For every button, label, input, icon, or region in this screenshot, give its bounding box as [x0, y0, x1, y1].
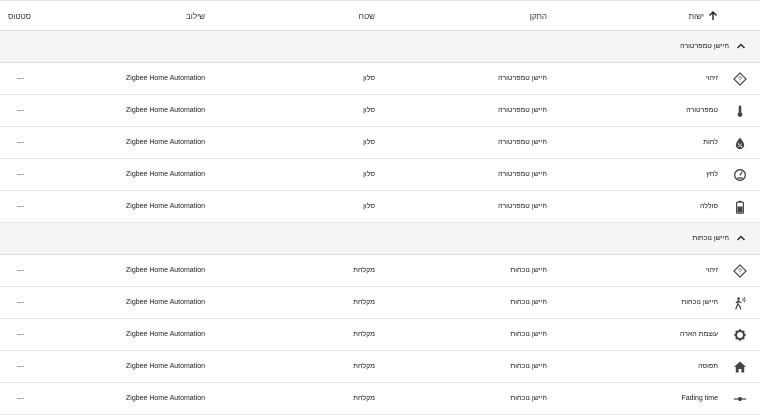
column-header-device[interactable]: התקן	[530, 1, 547, 32]
entity-area: מקלחת	[353, 331, 375, 338]
entity-area: סלון	[363, 171, 375, 178]
entity-area: מקלחת	[353, 395, 375, 402]
column-header-area[interactable]: שטח	[359, 1, 375, 32]
entity-name: Fading time	[681, 395, 718, 402]
svg-text:?: ?	[738, 77, 742, 84]
ray-vertex-icon	[733, 397, 747, 401]
entity-device: חיישן נוכחות	[510, 363, 547, 370]
entity-status: —	[17, 75, 24, 82]
table-row[interactable]: תפוסה חיישן נוכחות מקלחת Zigbee Home Aut…	[0, 351, 760, 383]
entity-status: —	[17, 139, 24, 146]
column-header-status[interactable]: סטטוס	[8, 1, 31, 32]
table-row[interactable]: חיישן נוכחות חיישן נוכחות מקלחת Zigbee H…	[0, 287, 760, 319]
brightness-icon	[733, 328, 747, 342]
chevron-up-icon[interactable]	[736, 234, 746, 242]
entity-device: חיישן נוכחות	[510, 331, 547, 338]
entity-device: חיישן טמפרטורה	[498, 75, 547, 82]
entity-device: חיישן טמפרטורה	[498, 107, 547, 114]
entity-area: סלון	[363, 139, 375, 146]
home-icon	[734, 361, 746, 373]
help-circle-icon: ?	[733, 264, 747, 278]
table-row[interactable]: טמפרטורה חיישן טמפרטורה סלון Zigbee Home…	[0, 95, 760, 127]
entity-device: חיישן טמפרטורה	[498, 139, 547, 146]
entity-integration: Zigbee Home Automation	[126, 107, 205, 114]
entity-integration: Zigbee Home Automation	[126, 203, 205, 210]
entity-area: סלון	[363, 107, 375, 114]
gauge-icon	[734, 169, 746, 181]
entity-area: סלון	[363, 203, 375, 210]
entity-integration: Zigbee Home Automation	[126, 75, 205, 82]
entities-table: ישות התקן שטח שילוב סטטוס חיישן טמפרטורה…	[0, 0, 760, 415]
table-row[interactable]: ? זיהוי חיישן טמפרטורה סלון Zigbee Home …	[0, 63, 760, 95]
entity-name: עוצמת הארה	[679, 331, 718, 338]
entity-integration: Zigbee Home Automation	[126, 363, 205, 370]
water-percent-icon	[735, 137, 745, 150]
entity-integration: Zigbee Home Automation	[126, 267, 205, 274]
entity-name: טמפרטורה	[686, 107, 718, 114]
entity-status: —	[17, 171, 24, 178]
entity-name: זיהוי	[705, 267, 718, 274]
column-header-entity[interactable]: ישות	[688, 1, 704, 32]
table-header: ישות התקן שטח שילוב סטטוס	[0, 0, 760, 31]
table-row[interactable]: לחות חיישן טמפרטורה סלון Zigbee Home Aut…	[0, 127, 760, 159]
entity-status: —	[17, 107, 24, 114]
entity-device: חיישן נוכחות	[510, 299, 547, 306]
entity-name: סוללה	[699, 203, 718, 210]
entity-area: מקלחת	[353, 363, 375, 370]
arrow-up-icon[interactable]	[708, 11, 718, 21]
entity-device: חיישן טמפרטורה	[498, 203, 547, 210]
entity-device: חיישן נוכחות	[510, 267, 547, 274]
entity-name: לחץ	[706, 171, 718, 178]
entity-area: מקלחת	[353, 267, 375, 274]
entity-status: —	[17, 203, 24, 210]
table-row[interactable]: סוללה חיישן טמפרטורה סלון Zigbee Home Au…	[0, 191, 760, 223]
entity-integration: Zigbee Home Automation	[126, 331, 205, 338]
entity-name: לחות	[703, 139, 718, 146]
group-header-presence-sensor[interactable]: חיישן נוכחות	[0, 223, 760, 255]
entity-status: —	[17, 331, 24, 338]
entity-name: זיהוי	[705, 75, 718, 82]
thermometer-icon	[737, 105, 743, 117]
entity-integration: Zigbee Home Automation	[126, 139, 205, 146]
group-header-temperature-sensor[interactable]: חיישן טמפרטורה	[0, 31, 760, 63]
entity-integration: Zigbee Home Automation	[126, 299, 205, 306]
table-row[interactable]: ? זיהוי חיישן נוכחות מקלחת Zigbee Home A…	[0, 255, 760, 287]
entity-integration: Zigbee Home Automation	[126, 395, 205, 402]
help-circle-icon: ?	[733, 72, 747, 86]
entity-status: —	[17, 363, 24, 370]
walk-icon	[735, 296, 746, 310]
entity-integration: Zigbee Home Automation	[126, 171, 205, 178]
table-row[interactable]: עוצמת הארה חיישן נוכחות מקלחת Zigbee Hom…	[0, 319, 760, 351]
group-title: חיישן נוכחות	[692, 235, 729, 242]
entity-area: סלון	[363, 75, 375, 82]
entity-status: —	[17, 299, 24, 306]
entity-device: חיישן נוכחות	[510, 395, 547, 402]
svg-text:?: ?	[738, 269, 742, 276]
entity-name: חיישן נוכחות	[681, 299, 718, 306]
battery-icon	[735, 200, 745, 214]
column-header-integration[interactable]: שילוב	[186, 1, 205, 32]
group-title: חיישן טמפרטורה	[680, 43, 729, 50]
table-row[interactable]: Fading time חיישן נוכחות מקלחת Zigbee Ho…	[0, 383, 760, 415]
entity-area: מקלחת	[353, 299, 375, 306]
table-row[interactable]: לחץ חיישן טמפרטורה סלון Zigbee Home Auto…	[0, 159, 760, 191]
entity-device: חיישן טמפרטורה	[498, 171, 547, 178]
chevron-up-icon[interactable]	[736, 42, 746, 50]
entity-name: תפוסה	[698, 363, 718, 370]
entity-status: —	[17, 395, 24, 402]
entity-status: —	[17, 267, 24, 274]
